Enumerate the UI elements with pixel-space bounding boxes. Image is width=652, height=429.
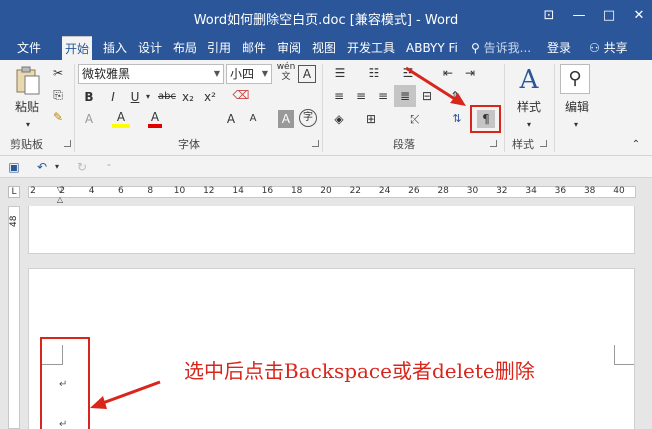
annotation-arrows bbox=[90, 66, 466, 409]
arrow-to-show-hide-button bbox=[405, 66, 466, 106]
arrow-to-selection bbox=[90, 380, 161, 409]
